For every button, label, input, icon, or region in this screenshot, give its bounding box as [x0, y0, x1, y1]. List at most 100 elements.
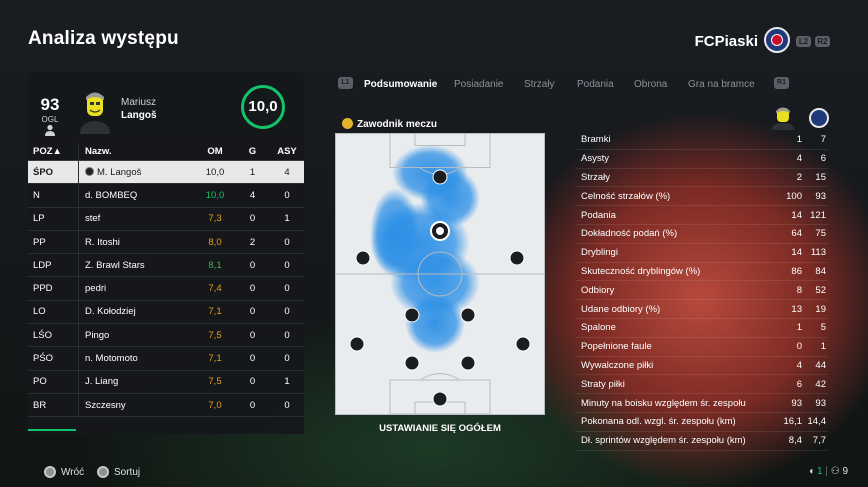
table-row[interactable]: LDP Z. Brawl Stars 8,1 0 0 — [28, 253, 304, 278]
column-om[interactable]: OM — [195, 143, 235, 161]
player-marker — [509, 250, 525, 266]
player-position: PP — [28, 230, 79, 255]
player-position: LO — [28, 300, 79, 325]
stat-label: Podania — [581, 209, 616, 221]
stat-row: Dł. sprintów względem śr. zespołu (km) 8,… — [575, 432, 828, 451]
r2-button-icon[interactable]: R2 — [815, 36, 830, 47]
stat-row: Podania 14 121 — [575, 206, 828, 225]
back-label[interactable]: Wróć — [61, 467, 84, 478]
stat-label: Popełnione faule — [581, 341, 652, 353]
tab-podsumowanie[interactable]: Podsumowanie — [364, 79, 437, 90]
match-rating-cell: 7,5 — [195, 370, 235, 394]
overall-value: 93 — [40, 95, 60, 114]
match-rating-cell: 7,3 — [195, 207, 235, 231]
stat-team-value: 14,4 — [807, 416, 827, 428]
player-position: ŚPO — [28, 160, 79, 185]
man-of-the-match-label: Zawodnik meczu — [342, 118, 437, 130]
player-avatar — [80, 92, 110, 134]
stat-player-value: 8,4 — [788, 435, 802, 447]
tab-obrona[interactable]: Obrona — [634, 79, 667, 90]
square-button-icon[interactable] — [97, 466, 109, 478]
tab-gra-na-bramce[interactable]: Gra na bramce — [688, 79, 755, 90]
l2-button-icon[interactable]: L2 — [796, 36, 811, 47]
lobby-status: ◖ 1 | ⚇ 9 — [808, 466, 848, 477]
player-name-cell: Szczesny — [78, 393, 195, 418]
player-name-cell: Z. Brawl Stars — [78, 253, 195, 278]
stat-player-value: 16,1 — [783, 416, 803, 428]
stat-player-value: 14 — [791, 209, 802, 221]
stat-row: Spalone 1 5 — [575, 319, 828, 338]
player-position: LDP — [28, 253, 79, 278]
player-name-cell: J. Liang — [78, 370, 195, 394]
stat-player-value: 100 — [786, 190, 802, 202]
stat-row: Dokładność podań (%) 64 75 — [575, 225, 828, 244]
person-icon — [45, 124, 55, 136]
circle-button-icon[interactable] — [44, 466, 56, 478]
table-row[interactable]: LŚO Pingo 7,5 0 0 — [28, 323, 304, 348]
sort-label[interactable]: Sortuj — [114, 467, 140, 478]
l1-button-icon[interactable]: L1 — [338, 77, 353, 89]
stat-player-value: 8 — [796, 284, 802, 296]
headset-icon: ◖ — [808, 466, 815, 477]
stat-team-value: 93 — [815, 397, 826, 409]
tab-podania[interactable]: Podania — [577, 79, 614, 90]
stat-player-value: 86 — [791, 265, 802, 277]
goals-cell: 0 — [235, 323, 270, 348]
stat-player-value: 0 — [796, 341, 802, 353]
player-last-name: Langoš — [121, 110, 157, 121]
assists-cell: 1 — [270, 207, 304, 231]
player-name-cell: D. Kołodziej — [78, 300, 195, 325]
table-row[interactable]: PŚO n. Motomoto 7,1 0 0 — [28, 346, 304, 371]
player-name: Mariusz Langoš — [121, 96, 157, 122]
player-name-cell: pedri — [78, 276, 195, 301]
table-row[interactable]: PP R. Itoshi 8,0 2 0 — [28, 230, 304, 255]
player-column-avatar — [772, 107, 794, 130]
column-asy[interactable]: ASY — [270, 143, 304, 161]
tab-strzaly[interactable]: Strzały — [524, 79, 555, 90]
stat-team-value: 84 — [815, 265, 826, 277]
table-row[interactable]: BR Szczesny 7,0 0 0 — [28, 393, 304, 418]
stat-row: Odbiory 8 52 — [575, 281, 828, 301]
overall-rating: 93 OGL — [34, 95, 66, 124]
stat-player-value: 4 — [796, 359, 802, 371]
match-rating-cell: 7,1 — [195, 300, 235, 325]
player-ratings-table: POZ▲ Nazw. OM G ASY ŚPO M. Langoš 10,0 1 4 Nd… — [28, 143, 304, 418]
match-rating-cell: 7,4 — [195, 276, 235, 301]
stat-label: Odbiory — [581, 284, 615, 296]
table-row[interactable]: PPD pedri 7,4 0 0 — [28, 276, 304, 301]
table-row[interactable]: LO D. Kołodziej 7,1 0 0 — [28, 300, 304, 325]
table-row[interactable]: LP stef 7,3 0 1 — [28, 207, 304, 231]
stat-player-value: 2 — [796, 171, 802, 183]
player-marker — [404, 355, 420, 371]
panel-accent-line — [28, 429, 76, 431]
player-name-cell: M. Langoš — [78, 160, 195, 185]
stat-row: Skuteczność dryblingów (%) 86 84 — [575, 263, 828, 282]
column-pos[interactable]: POZ▲ — [28, 143, 79, 161]
goals-cell: 0 — [235, 253, 270, 278]
table-row[interactable]: Nd. BOMBEQ 10,0 4 0 — [28, 183, 304, 208]
tab-posiadanie[interactable]: Posiadanie — [454, 79, 503, 90]
match-rating-cell: 8,1 — [195, 253, 235, 278]
column-g[interactable]: G — [235, 143, 270, 161]
stat-row: Udane odbiory (%) 13 19 — [575, 300, 828, 319]
table-row[interactable]: PO J. Liang 7,5 0 1 — [28, 370, 304, 394]
stat-team-value: 93 — [815, 190, 826, 202]
match-rating-cell: 8,0 — [195, 230, 235, 255]
group-icon: ⚇ — [830, 466, 840, 477]
stat-player-value: 4 — [796, 153, 802, 165]
player-position: LŚO — [28, 323, 79, 348]
motm-text: Zawodnik meczu — [357, 119, 438, 130]
stat-row: Pokonana odl. wzgl. śr. zespołu (km) 16,1… — [575, 413, 828, 432]
player-position: N — [28, 183, 79, 208]
table-row[interactable]: ŚPO M. Langoš 10,0 1 4 — [28, 160, 304, 185]
goals-cell: 0 — [235, 300, 270, 325]
stat-label: Dryblingi — [581, 247, 618, 259]
column-name[interactable]: Nazw. — [78, 143, 195, 161]
r1-button-icon[interactable]: R1 — [774, 77, 789, 89]
stat-label: Dokładność podań (%) — [581, 228, 678, 240]
stat-row: Strzały 2 15 — [575, 169, 828, 188]
stat-player-value: 13 — [791, 303, 802, 315]
player-position: BR — [28, 393, 79, 418]
player-first-name: Mariusz — [121, 97, 157, 108]
stat-player-value: 14 — [791, 247, 802, 259]
